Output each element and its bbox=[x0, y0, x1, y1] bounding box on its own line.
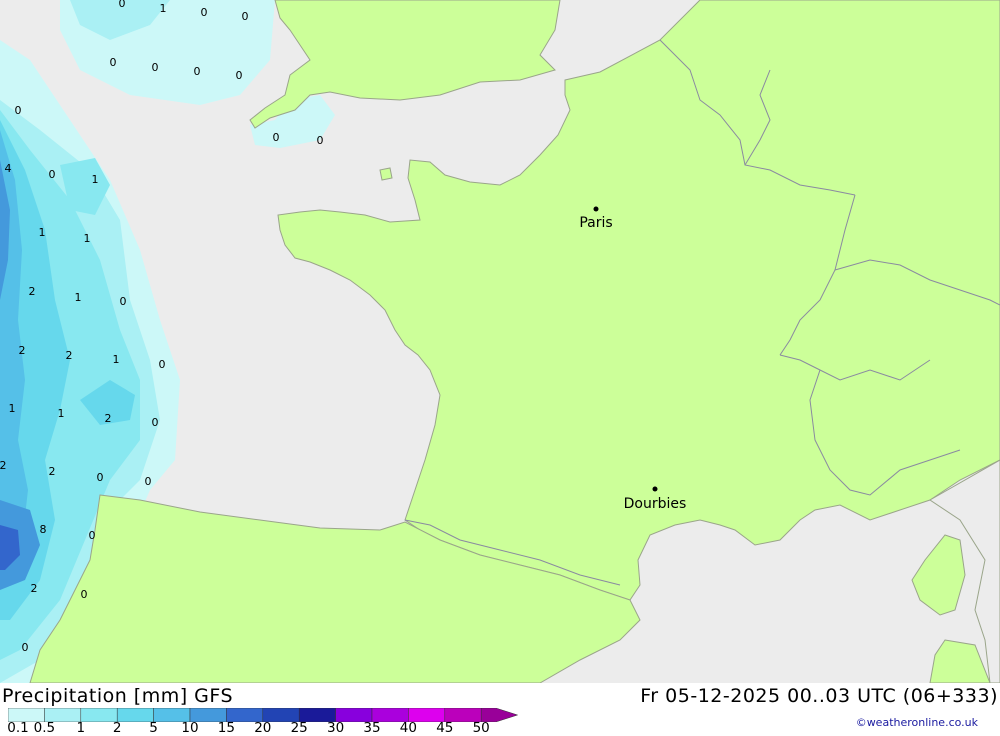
paris-marker bbox=[593, 206, 599, 212]
precip-value-label: 4 bbox=[5, 162, 12, 175]
dourbies-marker bbox=[652, 486, 658, 492]
precip-value-label: 0 bbox=[242, 10, 249, 23]
scale-label: 30 bbox=[327, 720, 345, 736]
precip-value-label: 1 bbox=[39, 226, 46, 239]
footer: Precipitation [mm] GFS Fr 05-12-2025 00.… bbox=[0, 683, 1000, 736]
precip-value-label: 0 bbox=[152, 61, 159, 74]
precip-value-label: 0 bbox=[119, 0, 126, 10]
precipitation-map: Paris Dourbies 0 1 0 0 0 0 0 0 0 0 0 4 0 1 1 1 2 1 0 2 2 1 0 1 1… bbox=[0, 0, 1000, 683]
scale-label: 5 bbox=[149, 720, 158, 736]
precip-value-label: 2 bbox=[0, 459, 7, 472]
precip-value-label: 0 bbox=[110, 56, 117, 69]
map-datetime: Fr 05-12-2025 00..03 UTC (06+333) bbox=[640, 685, 998, 707]
precip-value-label: 0 bbox=[236, 69, 243, 82]
precip-value-label: 0 bbox=[81, 588, 88, 601]
precip-value-label: 1 bbox=[84, 232, 91, 245]
precip-value-label: 1 bbox=[113, 353, 120, 366]
precip-value-label: 2 bbox=[31, 582, 38, 595]
precip-value-label: 1 bbox=[58, 407, 65, 420]
scale-swatch bbox=[80, 708, 118, 722]
scale-label: 15 bbox=[217, 720, 235, 736]
precip-value-label: 0 bbox=[89, 529, 96, 542]
scale-swatch bbox=[116, 708, 154, 722]
precip-value-label: 0 bbox=[120, 295, 127, 308]
scale-label: 35 bbox=[363, 720, 381, 736]
precip-value-label: 0 bbox=[49, 168, 56, 181]
copyright-link[interactable]: ©weatheronline.co.uk bbox=[856, 716, 978, 729]
scale-label: 0.5 bbox=[33, 720, 56, 736]
precip-value-label: 2 bbox=[49, 465, 56, 478]
scale-label: 45 bbox=[436, 720, 454, 736]
precip-value-label: 0 bbox=[273, 131, 280, 144]
scale-label: 20 bbox=[254, 720, 272, 736]
map-title: Precipitation [mm] GFS bbox=[2, 685, 234, 707]
precip-value-label: 0 bbox=[97, 471, 104, 484]
precip-value-label: 0 bbox=[22, 641, 29, 654]
precip-value-label: 2 bbox=[19, 344, 26, 357]
precip-value-label: 0 bbox=[201, 6, 208, 19]
scale-label: 0.1 bbox=[7, 720, 29, 736]
scale-label: 50 bbox=[472, 720, 490, 736]
precip-value-label: 2 bbox=[105, 412, 112, 425]
city-label-paris: Paris bbox=[579, 215, 612, 231]
precip-value-label: 8 bbox=[40, 523, 47, 536]
precip-value-label: 0 bbox=[194, 65, 201, 78]
precip-value-label: 1 bbox=[9, 402, 16, 415]
precip-value-label: 1 bbox=[75, 291, 82, 304]
precip-value-label: 1 bbox=[160, 2, 167, 15]
precip-value-label: 0 bbox=[145, 475, 152, 488]
precip-value-label: 0 bbox=[159, 358, 166, 371]
precip-value-label: 0 bbox=[317, 134, 324, 147]
precip-value-label: 0 bbox=[152, 416, 159, 429]
scale-label: 2 bbox=[112, 720, 122, 736]
scale-label: 1 bbox=[76, 720, 86, 736]
scale-label: 40 bbox=[399, 720, 417, 736]
precip-value-label: 1 bbox=[92, 173, 99, 186]
precip-value-label: 2 bbox=[29, 285, 36, 298]
precip-value-label: 0 bbox=[15, 104, 22, 117]
scale-label: 10 bbox=[181, 720, 199, 736]
scale-label: 25 bbox=[290, 720, 308, 736]
city-label-dourbies: Dourbies bbox=[624, 496, 687, 512]
precip-value-label: 2 bbox=[66, 349, 73, 362]
